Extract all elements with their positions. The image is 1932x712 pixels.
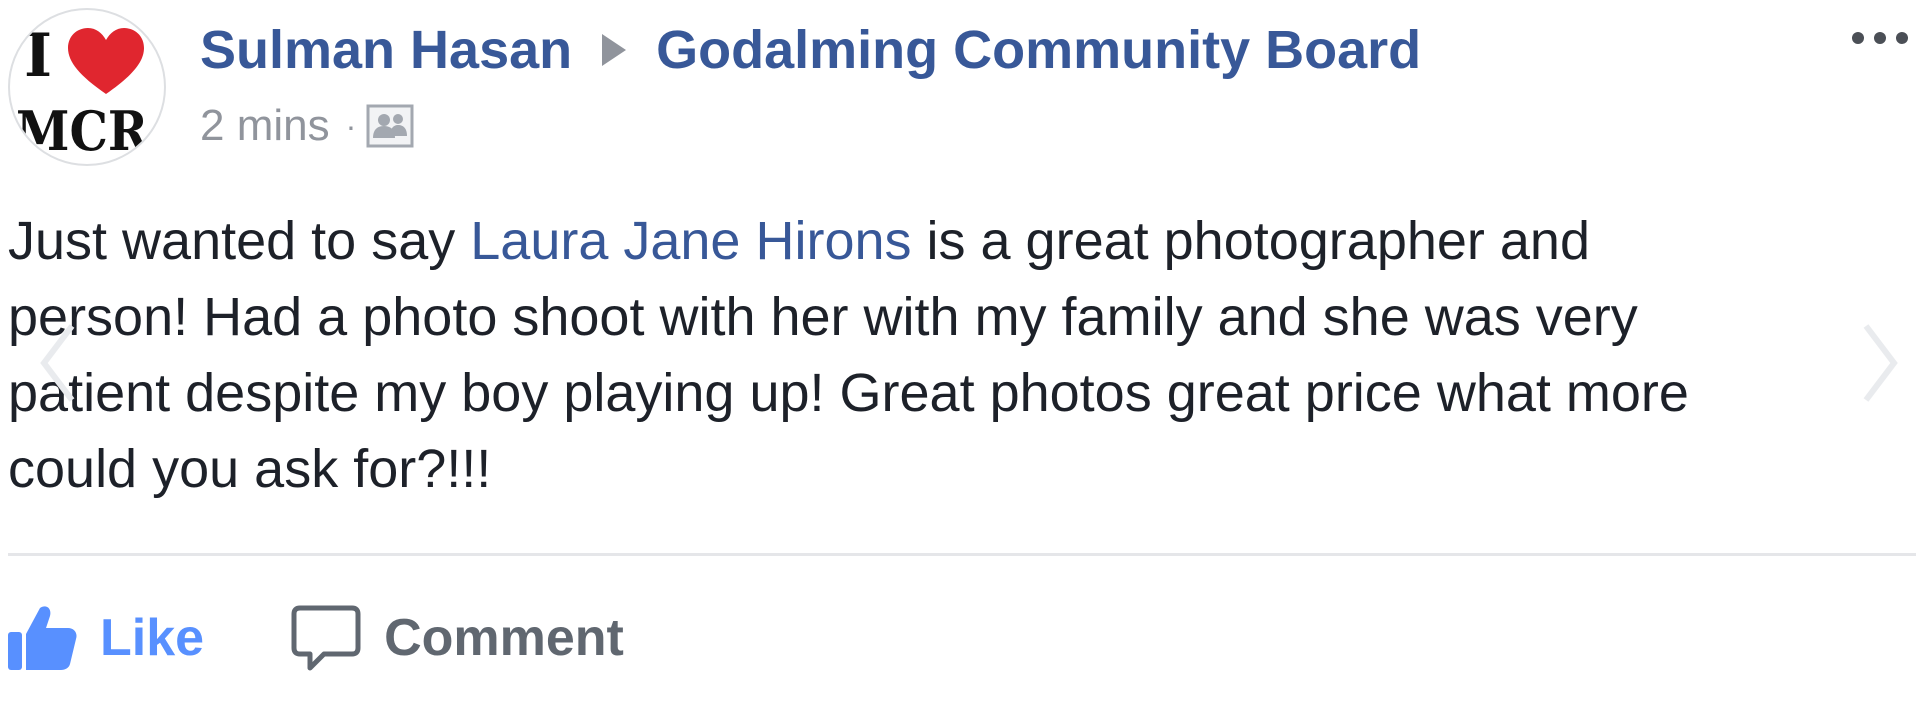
post-actions-bar: Like Comment	[0, 590, 624, 686]
post-text-line-3: patient despite my boy playing up! Great…	[8, 363, 1689, 423]
actions-divider	[8, 553, 1916, 556]
post-timestamp[interactable]: 2 mins	[200, 101, 330, 151]
more-dot-icon	[1874, 32, 1886, 44]
meta-separator: ·	[345, 107, 357, 144]
comment-label: Comment	[384, 609, 624, 667]
heart-icon	[68, 28, 144, 94]
group-name-link[interactable]: Godalming Community Board	[656, 19, 1421, 81]
previous-chevron-icon[interactable]	[36, 318, 80, 408]
thumbs-up-icon	[8, 606, 77, 670]
post-text-line-4: could you ask for?!!!	[8, 439, 492, 499]
avatar-letter-i: I	[24, 21, 52, 91]
i-love-mcr-avatar-icon: I MCR	[16, 21, 149, 163]
author-name-link[interactable]: Sulman Hasan	[200, 19, 572, 81]
author-avatar[interactable]: I MCR	[8, 8, 166, 166]
group-audience-icon[interactable]	[366, 104, 414, 148]
more-dot-icon	[1896, 32, 1908, 44]
mention-link[interactable]: Laura Jane Hirons	[470, 211, 911, 271]
like-label: Like	[100, 609, 205, 667]
comment-bubble-icon	[291, 605, 361, 671]
post-text-fragment: is a great photographer and	[911, 211, 1590, 271]
more-options-button[interactable]	[1852, 22, 1908, 54]
comment-button[interactable]: Comment	[290, 602, 624, 674]
post-body: Just wanted to say Laura Jane Hirons is …	[8, 203, 1888, 507]
post-header: Sulman Hasan Godalming Community Board	[200, 14, 1421, 86]
post-meta: 2 mins ·	[200, 98, 414, 154]
next-chevron-icon[interactable]	[1858, 318, 1902, 408]
post-text-line-2: person! Had a photo shoot with her with …	[8, 287, 1638, 347]
more-dot-icon	[1852, 32, 1864, 44]
like-button[interactable]: Like	[6, 602, 204, 674]
avatar-mcr-text: MCR	[16, 99, 149, 163]
shared-to-arrow-icon	[602, 34, 627, 66]
post-text-fragment: Just wanted to say	[8, 211, 471, 271]
post-text-line-1: Just wanted to say Laura Jane Hirons is …	[8, 203, 1888, 279]
